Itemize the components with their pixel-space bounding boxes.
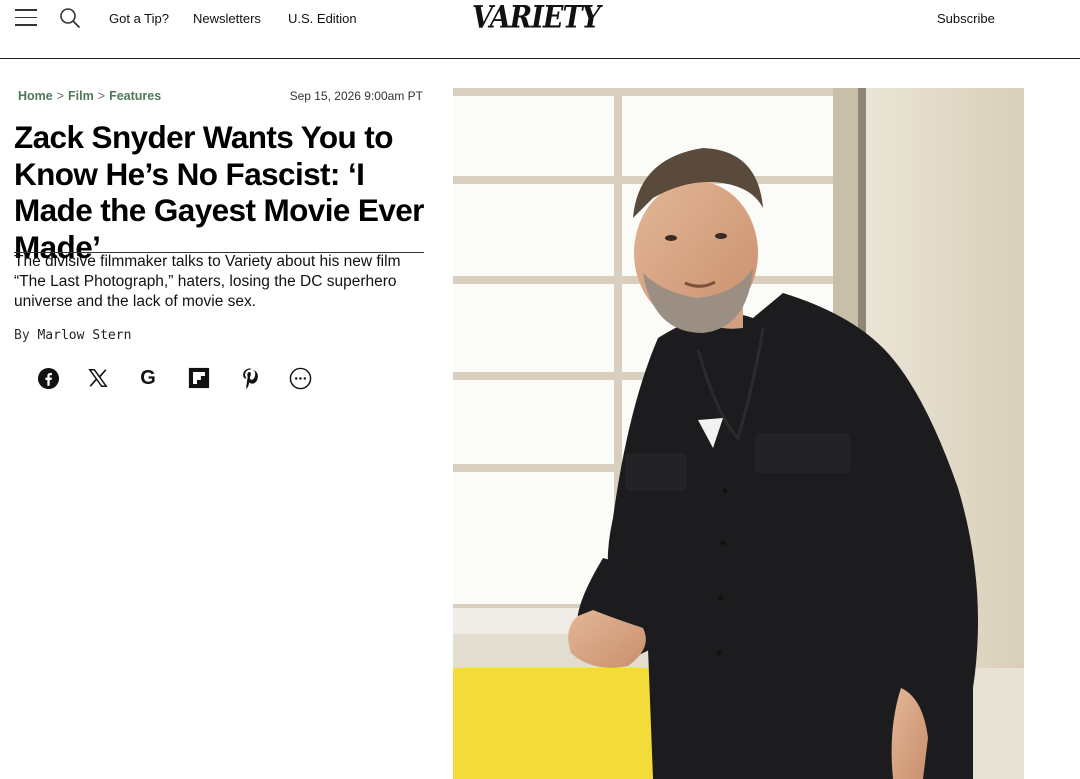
- hamburger-menu-icon[interactable]: [15, 9, 37, 27]
- nav-got-a-tip[interactable]: Got a Tip?: [109, 11, 169, 26]
- more-icon[interactable]: [288, 366, 312, 390]
- nav-newsletters[interactable]: Newsletters: [193, 11, 261, 26]
- nav-us-edition[interactable]: U.S. Edition: [288, 11, 357, 26]
- byline-author[interactable]: Marlow Stern: [37, 328, 131, 343]
- article-dek: The divisive filmmaker talks to Variety …: [14, 253, 401, 310]
- pinterest-icon[interactable]: [238, 366, 262, 390]
- byline: By Marlow Stern: [14, 328, 131, 343]
- subscribe-link[interactable]: Subscribe: [937, 11, 995, 26]
- flipboard-icon[interactable]: [187, 366, 211, 390]
- publish-timestamp: Sep 15, 2026 9:00am PT: [289, 89, 423, 103]
- facebook-icon[interactable]: [36, 366, 60, 390]
- google-icon[interactable]: G: [136, 366, 160, 390]
- breadcrumb-film[interactable]: Film: [68, 89, 94, 103]
- breadcrumb: Home > Film > Features: [18, 89, 161, 103]
- breadcrumb-features[interactable]: Features: [109, 89, 161, 103]
- breadcrumb-separator: >: [97, 89, 106, 103]
- hero-photo: [453, 88, 1024, 779]
- x-icon[interactable]: [86, 366, 110, 390]
- search-icon[interactable]: [59, 7, 81, 29]
- breadcrumb-separator: >: [56, 89, 65, 103]
- site-header: Got a Tip? Newsletters U.S. Edition VARI…: [0, 0, 1080, 59]
- article-headline: Zack Snyder Wants You to Know He’s No Fa…: [14, 119, 424, 265]
- breadcrumb-home[interactable]: Home: [18, 89, 53, 103]
- variety-logo[interactable]: VARIETY: [472, 0, 601, 35]
- byline-prefix: By: [14, 328, 30, 343]
